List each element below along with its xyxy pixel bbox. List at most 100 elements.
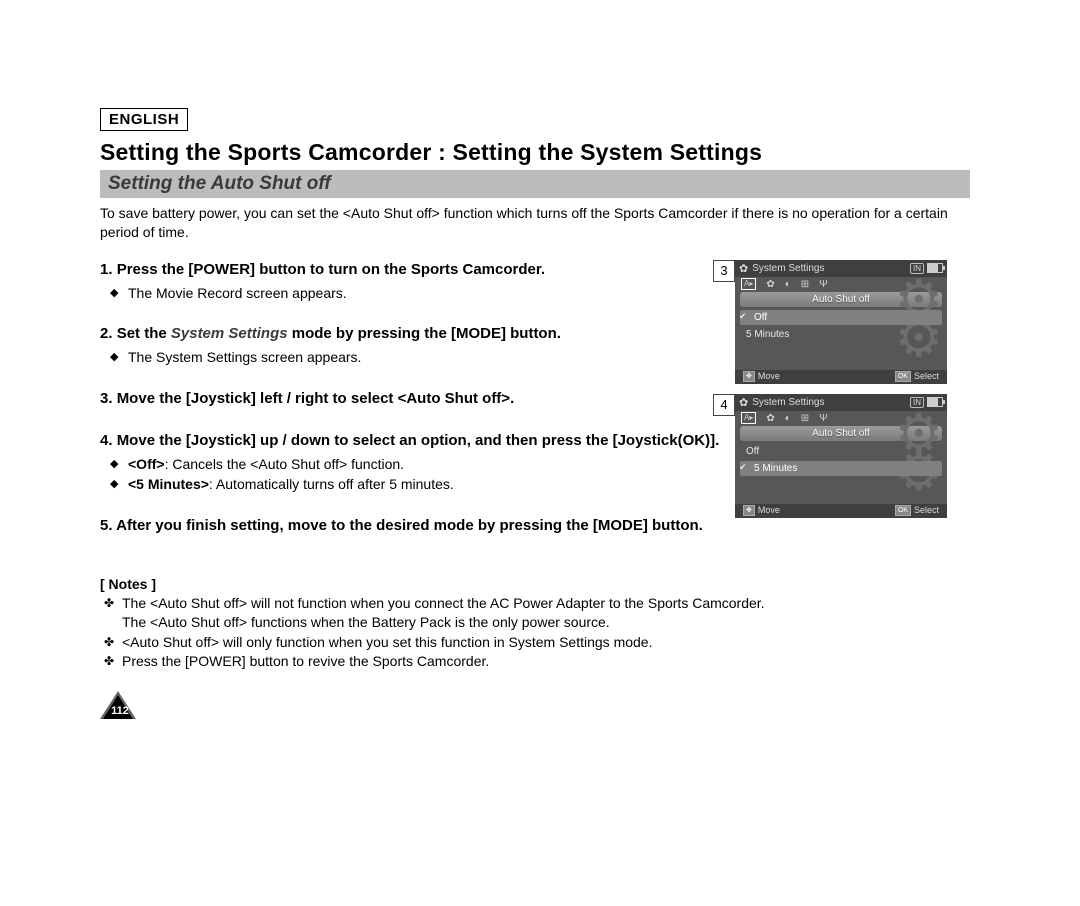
footer-select: OKSelect [895,505,939,516]
notes-heading: [ Notes ] [100,576,970,592]
screen-topbar: ✿ System Settings IN [735,394,947,411]
option-label: 5 Minutes [754,463,797,474]
check-icon: ✔ [739,462,747,473]
gear-icon: ✿ [739,262,748,275]
step-text: Press the [POWER] button to turn on the … [117,261,545,278]
step-subitem: The System Settings screen appears. [128,348,720,366]
footer-select: OKSelect [895,371,939,382]
option-off-desc: : Cancels the <Auto Shut off> function. [165,456,404,472]
page-title: Setting the Sports Camcorder : Setting t… [100,139,970,166]
screen-topbar: ✿ System Settings IN [735,260,947,277]
steps-column: 1. Press the [POWER] button to turn on t… [100,260,720,536]
device-previews: 3 ⚙⚙ ✿ System Settings IN A▸ ✿ ◐ [735,260,967,528]
battery-icon [927,263,943,273]
notes-list: The <Auto Shut off> will not function wh… [100,594,970,672]
ok-key-icon: OK [895,371,911,382]
option-off: Off [740,444,942,459]
status-icons: IN [910,263,943,274]
system-settings-em: System Settings [171,325,288,342]
step-3: 3. Move the [Joystick] left / right to s… [100,389,720,409]
preview-3: 3 ⚙⚙ ✿ System Settings IN A▸ ✿ ◐ [735,260,967,384]
mode-icon: A▸ [741,412,756,424]
screen-title: System Settings [752,263,824,274]
preview-number: 4 [713,394,735,416]
mode-icon: ◐ [785,279,791,290]
storage-badge: IN [910,397,924,408]
option-5min: ✔ 5 Minutes [740,461,942,476]
screen-footer: ✥Move OKSelect [735,370,947,384]
step-text: After you finish setting, move to the de… [116,517,703,534]
mode-icon: Ψ [819,413,827,424]
mode-icon: ✿ [766,279,774,290]
step-text: Move the [Joystick] left / right to sele… [117,390,515,407]
footer-select-label: Select [914,505,939,515]
step-5: 5. After you finish setting, move to the… [100,516,720,536]
step-subitem: <5 Minutes>: Automatically turns off aft… [128,475,720,493]
mode-icon-row: A▸ ✿ ◐ ⊞ Ψ [735,411,947,426]
note-text: The <Auto Shut off> functions when the B… [122,614,610,630]
note-item: <Auto Shut off> will only function when … [122,633,970,652]
step-4: 4. Move the [Joystick] up / down to sele… [100,431,720,494]
step-heading: 5. After you finish setting, move to the… [100,516,720,536]
gear-icon: ✿ [739,396,748,409]
preview-number: 3 [713,260,735,282]
option-off: ✔ Off [740,310,942,325]
device-screen: ⚙⚙ ✿ System Settings IN A▸ ✿ ◐ ⊞ [735,394,947,518]
section-heading: Setting the Auto Shut off [100,170,970,198]
device-screen: ⚙⚙ ✿ System Settings IN A▸ ✿ ◐ ⊞ [735,260,947,384]
option-label: Off [754,312,767,323]
option-off: <Off> [128,456,165,472]
option-5min: <5 Minutes> [128,476,209,492]
mode-icon: ⊞ [801,413,809,424]
step-text: Set the [117,325,171,342]
step-2: 2. Set the System Settings mode by press… [100,324,720,366]
mode-icon: ◐ [785,413,791,424]
page-number-badge: 112 [100,689,140,719]
step-text: Move the [Joystick] up / down to select … [117,432,720,449]
battery-icon [927,397,943,407]
ok-key-icon: OK [895,505,911,516]
step-heading: 3. Move the [Joystick] left / right to s… [100,389,720,409]
move-key-icon: ✥ [743,371,755,382]
status-icons: IN [910,397,943,408]
step-sublist: The Movie Record screen appears. [100,284,720,302]
preview-4: 4 ⚙⚙ ✿ System Settings IN A▸ ✿ ◐ [735,394,967,518]
step-subitem: The Movie Record screen appears. [128,284,720,302]
step-text: mode by pressing the [MODE] button. [288,325,561,342]
note-text: The <Auto Shut off> will not function wh… [122,595,765,611]
move-key-icon: ✥ [743,505,755,516]
footer-move: ✥Move [743,505,780,516]
mode-icon: Ψ [819,279,827,290]
mode-icon: ✿ [766,413,774,424]
manual-page: ENGLISH Setting the Sports Camcorder : S… [100,108,970,719]
mode-icon: ⊞ [801,279,809,290]
page-number: 112 [100,705,140,717]
storage-badge: IN [910,263,924,274]
option-5min: 5 Minutes [740,327,942,342]
note-item: The <Auto Shut off> will not function wh… [122,594,970,632]
content-row: 1. Press the [POWER] button to turn on t… [100,260,970,536]
footer-select-label: Select [914,371,939,381]
step-subitem: <Off>: Cancels the <Auto Shut off> funct… [128,455,720,473]
mode-icon-row: A▸ ✿ ◐ ⊞ Ψ [735,277,947,292]
footer-move-label: Move [758,505,780,515]
option-5min-desc: : Automatically turns off after 5 minute… [209,476,454,492]
language-tag: ENGLISH [100,108,188,131]
step-sublist: The System Settings screen appears. [100,348,720,366]
options-list: Off ✔ 5 Minutes [740,444,942,476]
screen-title: System Settings [752,397,824,408]
note-item: Press the [POWER] button to revive the S… [122,652,970,671]
footer-move-label: Move [758,371,780,381]
footer-move: ✥Move [743,371,780,382]
setting-tab: Auto Shut off [740,426,942,441]
setting-tab: Auto Shut off [740,292,942,307]
step-1: 1. Press the [POWER] button to turn on t… [100,260,720,302]
options-list: ✔ Off 5 Minutes [740,310,942,342]
mode-icon: A▸ [741,278,756,290]
step-heading: 4. Move the [Joystick] up / down to sele… [100,431,720,451]
step-sublist: <Off>: Cancels the <Auto Shut off> funct… [100,455,720,493]
check-icon: ✔ [739,311,747,322]
intro-text: To save battery power, you can set the <… [100,204,970,242]
screen-footer: ✥Move OKSelect [735,504,947,518]
step-heading: 1. Press the [POWER] button to turn on t… [100,260,720,280]
